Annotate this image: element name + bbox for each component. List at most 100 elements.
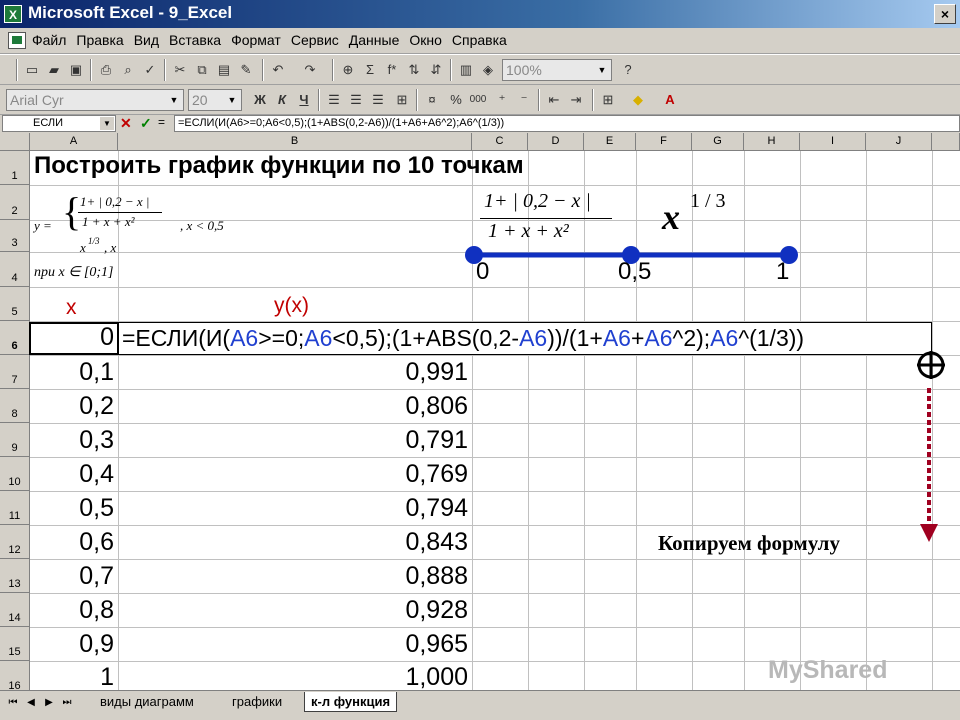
cell-b9[interactable]: 0,791 (118, 426, 472, 455)
copy-icon[interactable]: ⧉ (192, 60, 212, 80)
function-icon[interactable]: f* (382, 60, 402, 80)
column-header-k[interactable] (932, 133, 960, 151)
prev-sheet-icon[interactable]: ◀ (24, 695, 38, 711)
cell-b13[interactable]: 0,888 (118, 562, 472, 591)
select-all-corner[interactable] (0, 133, 30, 151)
row-header-16[interactable]: 16 (0, 661, 30, 690)
cell-a14[interactable]: 0,8 (30, 596, 118, 625)
align-right-icon[interactable]: ☰ (368, 90, 388, 110)
zoom-select[interactable]: 100% ▼ (502, 59, 612, 81)
cell-a11[interactable]: 0,5 (30, 494, 118, 523)
row-header-2[interactable]: 2 (0, 185, 30, 220)
cell-b15[interactable]: 0,965 (118, 630, 472, 659)
cell-b11[interactable]: 0,794 (118, 494, 472, 523)
decrease-indent-icon[interactable]: ⇤ (544, 90, 564, 110)
row-header-13[interactable]: 13 (0, 559, 30, 593)
autosum-icon[interactable]: Σ (360, 60, 380, 80)
menu-view[interactable]: Вид (134, 32, 159, 48)
row-header-14[interactable]: 14 (0, 593, 30, 627)
sort-descending-icon[interactable]: ⇵ (426, 60, 446, 80)
print-preview-icon[interactable]: ⌕ (118, 60, 138, 80)
column-header-g[interactable]: G (692, 133, 744, 151)
merge-center-icon[interactable]: ⊞ (392, 90, 412, 110)
cell-a10[interactable]: 0,4 (30, 460, 118, 489)
sheet-tab-graphs[interactable]: графики (226, 692, 288, 712)
row-header-7[interactable]: 7 (0, 355, 30, 389)
last-sheet-icon[interactable]: ⏭ (60, 695, 74, 711)
cell-a7[interactable]: 0,1 (30, 358, 118, 387)
row-header-8[interactable]: 8 (0, 389, 30, 423)
row-header-6[interactable]: 6 (0, 321, 30, 355)
increase-indent-icon[interactable]: ⇥ (566, 90, 586, 110)
align-left-icon[interactable]: ☰ (324, 90, 344, 110)
chevron-down-icon[interactable]: ▼ (100, 117, 114, 130)
equals-icon[interactable]: = (158, 115, 165, 129)
cell-b14[interactable]: 0,928 (118, 596, 472, 625)
font-color-icon[interactable]: A (660, 90, 680, 110)
cut-icon[interactable]: ✂ (170, 60, 190, 80)
menu-tools[interactable]: Сервис (291, 32, 339, 48)
save-icon[interactable]: ▣ (66, 60, 86, 80)
menu-file[interactable]: Файл (32, 32, 66, 48)
formula-input[interactable]: =ЕСЛИ(И(A6>=0;A6<0,5);(1+ABS(0,2-A6))/(1… (174, 115, 960, 132)
menu-help[interactable]: Справка (452, 32, 507, 48)
undo-icon[interactable]: ↶ (268, 60, 288, 80)
row-header-12[interactable]: 12 (0, 525, 30, 559)
active-cell-a6[interactable] (29, 322, 119, 355)
help-icon[interactable]: ? (618, 60, 638, 80)
column-header-h[interactable]: H (744, 133, 800, 151)
currency-icon[interactable]: ¤ (422, 90, 442, 110)
column-header-i[interactable]: I (800, 133, 866, 151)
fill-color-icon[interactable]: ◆ (628, 90, 648, 110)
column-header-j[interactable]: J (866, 133, 932, 151)
underline-button[interactable]: Ч (294, 90, 314, 110)
open-folder-icon[interactable]: ▰ (44, 60, 64, 80)
menu-edit[interactable]: Правка (76, 32, 123, 48)
cell-b16[interactable]: 1,000 (118, 663, 472, 692)
spelling-icon[interactable]: ✓ (140, 60, 160, 80)
print-icon[interactable]: ⎙ (96, 60, 116, 80)
sheet-tab-chart-types[interactable]: виды диаграмм (94, 692, 200, 712)
close-button[interactable]: × (934, 4, 956, 24)
column-header-b[interactable]: B (118, 133, 472, 151)
sheet-tab-function[interactable]: к-л функция (304, 692, 398, 712)
hyperlink-icon[interactable]: ⊕ (338, 60, 358, 80)
row-header-11[interactable]: 11 (0, 491, 30, 525)
borders-icon[interactable]: ⊞ (598, 90, 618, 110)
cell-b10[interactable]: 0,769 (118, 460, 472, 489)
row-header-15[interactable]: 15 (0, 627, 30, 661)
cell-a8[interactable]: 0,2 (30, 392, 118, 421)
cell-a12[interactable]: 0,6 (30, 528, 118, 557)
percent-button[interactable]: % (446, 90, 466, 110)
chart-wizard-icon[interactable]: ▥ (456, 60, 476, 80)
first-sheet-icon[interactable]: ⏮ (6, 695, 20, 711)
row-header-9[interactable]: 9 (0, 423, 30, 457)
name-box[interactable]: ЕСЛИ ▼ (2, 115, 116, 132)
cell-a9[interactable]: 0,3 (30, 426, 118, 455)
paste-icon[interactable]: ▤ (214, 60, 234, 80)
decrease-decimal-icon[interactable]: ⁻ (514, 90, 534, 110)
italic-button[interactable]: К (272, 90, 292, 110)
column-header-a[interactable]: A (30, 133, 118, 151)
menu-data[interactable]: Данные (349, 32, 400, 48)
font-name-select[interactable]: Arial Cyr ▼ (6, 89, 184, 111)
align-center-icon[interactable]: ☰ (346, 90, 366, 110)
cell-a15[interactable]: 0,9 (30, 630, 118, 659)
next-sheet-icon[interactable]: ▶ (42, 695, 56, 711)
row-header-10[interactable]: 10 (0, 457, 30, 491)
thousands-button[interactable]: 000 (468, 90, 488, 110)
chevron-down-icon[interactable]: ▼ (225, 92, 239, 108)
row-header-4[interactable]: 4 (0, 252, 30, 287)
column-header-d[interactable]: D (528, 133, 584, 151)
column-header-e[interactable]: E (584, 133, 636, 151)
cell-a13[interactable]: 0,7 (30, 562, 118, 591)
cancel-formula-icon[interactable]: ✕ (120, 115, 132, 132)
menu-insert[interactable]: Вставка (169, 32, 221, 48)
column-header-f[interactable]: F (636, 133, 692, 151)
chevron-down-icon[interactable]: ▼ (167, 92, 181, 108)
sort-ascending-icon[interactable]: ⇅ (404, 60, 424, 80)
row-header-5[interactable]: 5 (0, 287, 30, 321)
redo-icon[interactable]: ↷ (300, 60, 320, 80)
font-size-select[interactable]: 20 ▼ (188, 89, 242, 111)
cell-b8[interactable]: 0,806 (118, 392, 472, 421)
